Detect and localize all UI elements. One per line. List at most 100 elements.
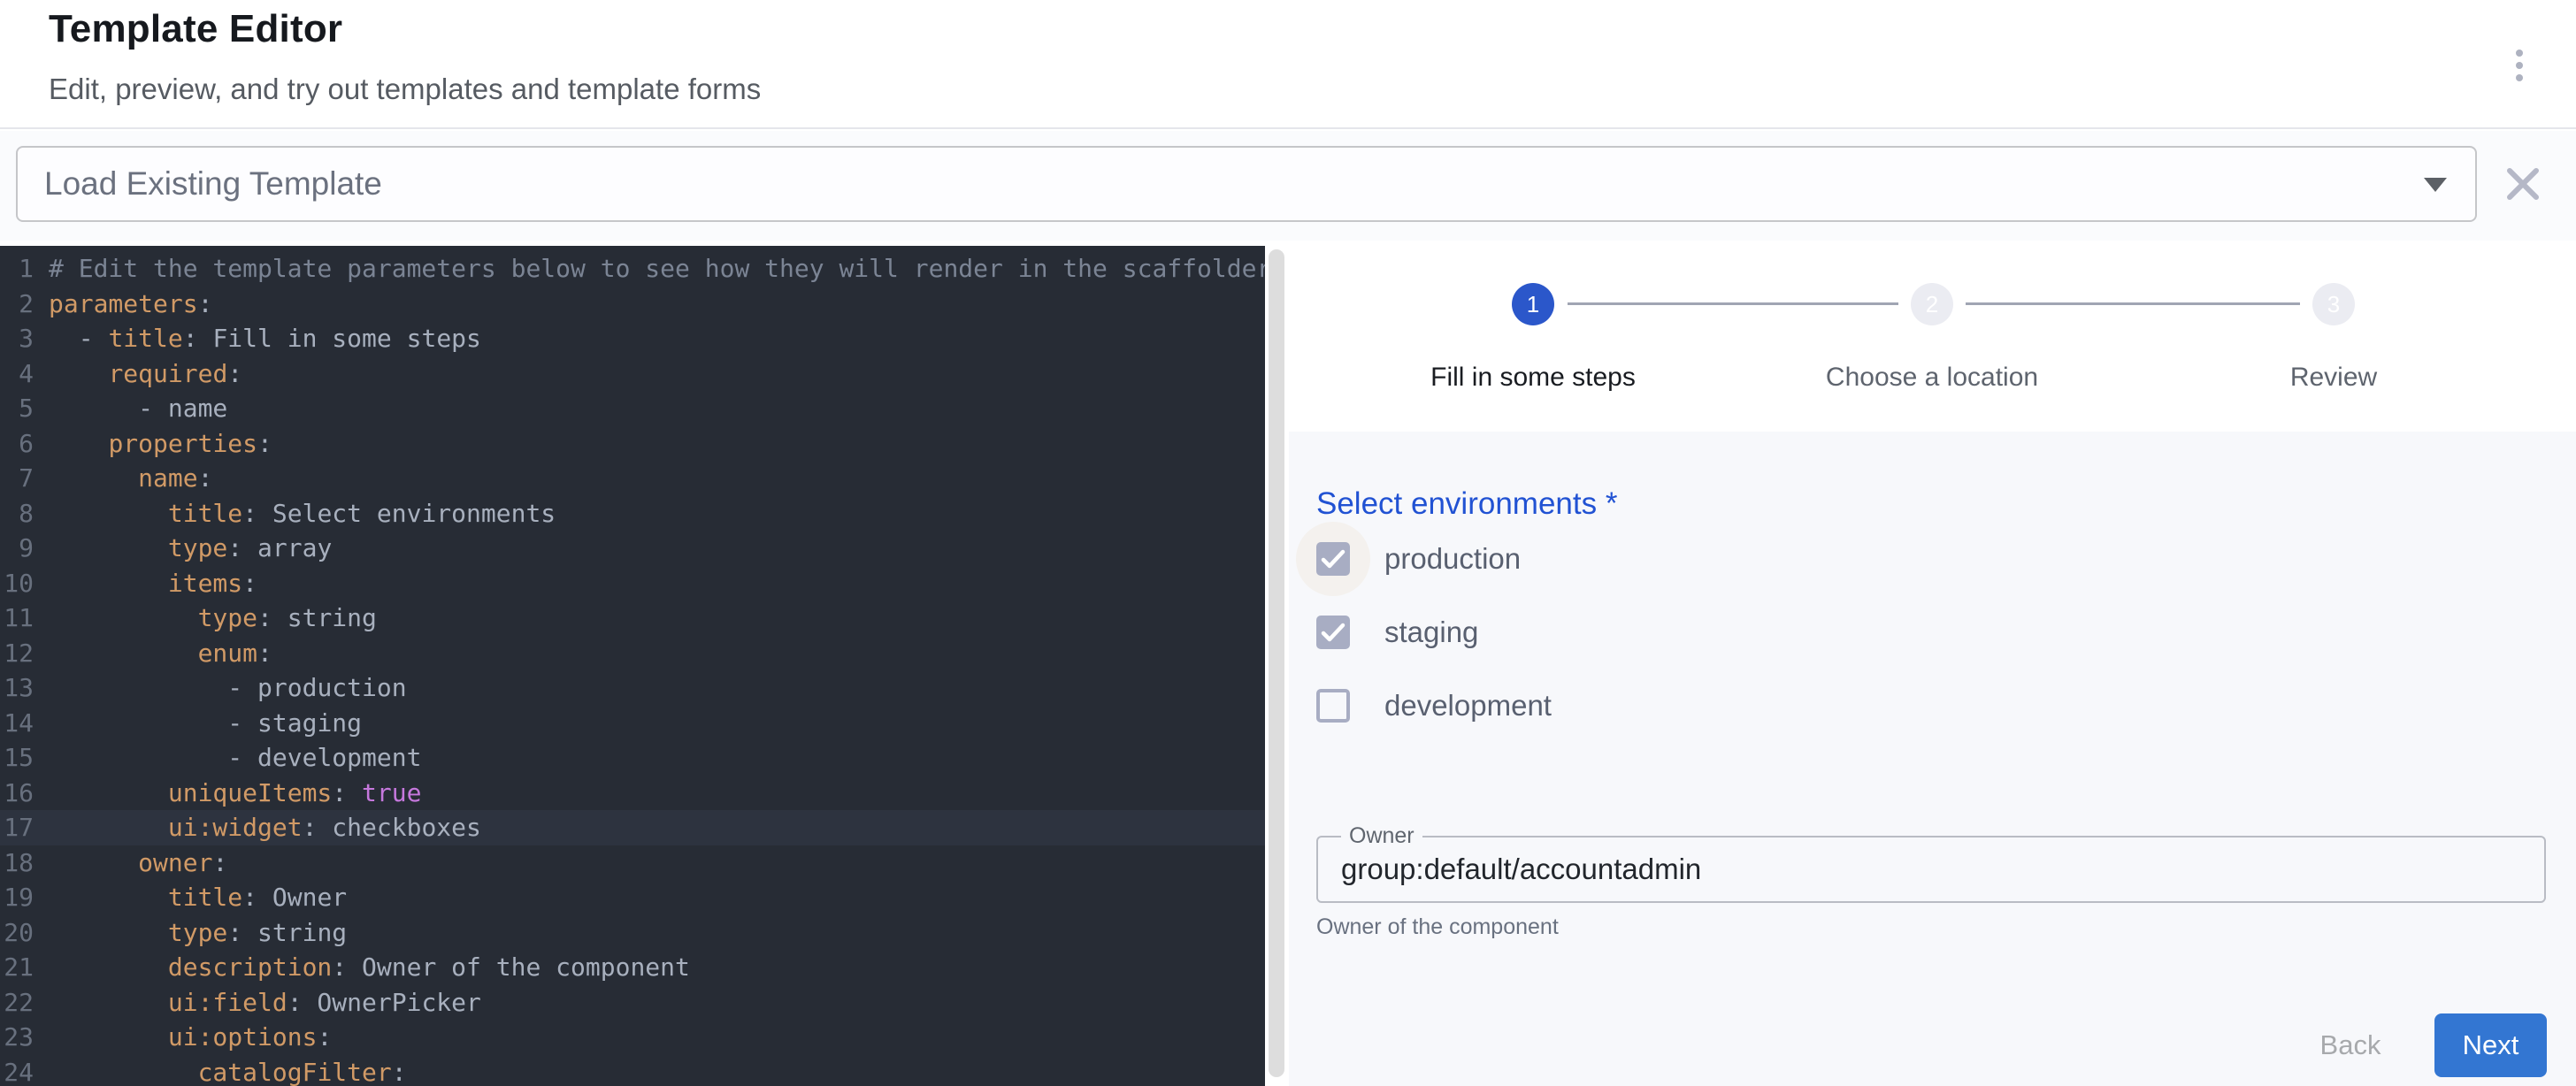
load-template-placeholder: Load Existing Template xyxy=(44,148,382,220)
editor-line: 22 ui:field: OwnerPicker xyxy=(0,985,1265,1021)
line-code: - title: Fill in some steps xyxy=(49,324,481,353)
line-code: type: string xyxy=(49,918,347,947)
editor-line: 23 ui:options: xyxy=(0,1020,1265,1055)
checked-checkbox-icon[interactable] xyxy=(1316,542,1350,576)
page-header: Template Editor Edit, preview, and try o… xyxy=(0,0,2576,129)
template-form-panel: Select environments * production staging d… xyxy=(1289,432,2576,1086)
editor-line: 9 type: array xyxy=(0,531,1265,566)
line-code: owner: xyxy=(49,848,227,877)
dropdown-caret-icon xyxy=(2424,178,2447,192)
page-subtitle: Edit, preview, and try out templates and… xyxy=(49,73,761,106)
checkbox-row-production[interactable]: production xyxy=(1316,542,1552,576)
editor-line: 17 ui:widget: checkboxes xyxy=(0,810,1265,845)
line-number: 6 xyxy=(0,426,34,462)
editor-line: 10 items: xyxy=(0,566,1265,601)
checkbox-row-development[interactable]: development xyxy=(1316,689,1552,723)
line-number: 1 xyxy=(0,251,34,287)
line-number: 21 xyxy=(0,950,34,985)
step-indicator-1: 1 xyxy=(1512,283,1554,325)
editor-line: 1 # Edit the template parameters below to… xyxy=(0,251,1265,287)
step-connector xyxy=(1568,302,1898,305)
line-code: ui:field: OwnerPicker xyxy=(49,988,481,1017)
line-number: 3 xyxy=(0,321,34,356)
line-number: 22 xyxy=(0,985,34,1021)
step-indicator-3: 3 xyxy=(2312,283,2355,325)
editor-line: 16 uniqueItems: true xyxy=(0,776,1265,811)
editor-line: 21 description: Owner of the component xyxy=(0,950,1265,985)
line-number: 5 xyxy=(0,391,34,426)
step-indicator-2: 2 xyxy=(1911,283,1953,325)
line-code: required: xyxy=(49,359,242,388)
environments-options: production staging development xyxy=(1316,542,1552,762)
load-template-select[interactable]: Load Existing Template xyxy=(16,146,2477,222)
line-number: 19 xyxy=(0,880,34,915)
checked-checkbox-icon[interactable] xyxy=(1316,616,1350,649)
owner-field-group: Owner xyxy=(1316,836,2546,903)
editor-line: 20 type: string xyxy=(0,915,1265,951)
code-editor[interactable]: 1 # Edit the template parameters below to… xyxy=(0,246,1265,1086)
editor-line: 6 properties: xyxy=(0,426,1265,462)
editor-line: 7 name: xyxy=(0,461,1265,496)
line-code: properties: xyxy=(49,429,272,458)
editor-scrollbar[interactable] xyxy=(1269,249,1284,1077)
page-title: Template Editor xyxy=(49,7,342,51)
line-code: title: Owner xyxy=(49,883,347,912)
line-number: 17 xyxy=(0,810,34,845)
line-number: 10 xyxy=(0,566,34,601)
stepper: 1 Fill in some steps 2 Choose a location 3 Re… xyxy=(1289,241,2576,432)
editor-line: 18 owner: xyxy=(0,845,1265,881)
editor-lines: 1 # Edit the template parameters below to… xyxy=(0,251,1265,1086)
line-code: uniqueItems: true xyxy=(49,778,421,807)
line-code: enum: xyxy=(49,639,272,668)
line-number: 9 xyxy=(0,531,34,566)
line-number: 15 xyxy=(0,740,34,776)
step-connector xyxy=(1966,302,2300,305)
back-button[interactable]: Back xyxy=(2306,1013,2395,1077)
step-label: Fill in some steps xyxy=(1430,363,1636,393)
checkbox-row-staging[interactable]: staging xyxy=(1316,616,1552,649)
editor-line: 11 type: string xyxy=(0,600,1265,636)
kebab-menu-icon[interactable] xyxy=(2504,39,2534,92)
editor-line: 2parameters: xyxy=(0,287,1265,322)
environments-field-label: Select environments * xyxy=(1316,486,1617,522)
line-code: # Edit the template parameters below to … xyxy=(49,254,1265,283)
unchecked-checkbox-icon[interactable] xyxy=(1316,689,1350,723)
line-code: - development xyxy=(49,743,421,772)
line-code: ui:options: xyxy=(49,1022,332,1052)
next-button[interactable]: Next xyxy=(2434,1013,2547,1077)
line-number: 11 xyxy=(0,600,34,636)
line-code: title: Select environments xyxy=(49,499,556,528)
step-label: Choose a location xyxy=(1826,363,2038,393)
line-code: ui:widget: checkboxes xyxy=(49,813,481,842)
editor-line: 8 title: Select environments xyxy=(0,496,1265,532)
line-number: 4 xyxy=(0,356,34,392)
line-code: - staging xyxy=(49,708,362,738)
line-code: items: xyxy=(49,569,257,598)
line-code: - production xyxy=(49,673,407,702)
close-button[interactable] xyxy=(2498,142,2548,226)
close-icon xyxy=(2503,164,2542,203)
line-code: type: array xyxy=(49,533,332,562)
line-number: 12 xyxy=(0,636,34,671)
line-number: 23 xyxy=(0,1020,34,1055)
checkbox-label: production xyxy=(1384,542,1521,576)
line-code: name: xyxy=(49,463,212,493)
line-code: type: string xyxy=(49,603,377,632)
line-number: 2 xyxy=(0,287,34,322)
checkbox-label: staging xyxy=(1384,616,1478,649)
step-label: Review xyxy=(2290,363,2377,393)
editor-line: 13 - production xyxy=(0,670,1265,706)
editor-line: 5 - name xyxy=(0,391,1265,426)
editor-line: 4 required: xyxy=(0,356,1265,392)
line-number: 8 xyxy=(0,496,34,532)
required-marker: * xyxy=(1597,486,1617,521)
editor-line: 24 catalogFilter: xyxy=(0,1055,1265,1086)
editor-line: 19 title: Owner xyxy=(0,880,1265,915)
editor-line: 15 - development xyxy=(0,740,1265,776)
editor-line: 3 - title: Fill in some steps xyxy=(0,321,1265,356)
line-number: 14 xyxy=(0,706,34,741)
template-loader-strip: Load Existing Template xyxy=(0,131,2576,241)
owner-helper-text: Owner of the component xyxy=(1316,914,1559,940)
line-code: catalogFilter: xyxy=(49,1058,407,1086)
owner-input[interactable] xyxy=(1341,837,2518,901)
